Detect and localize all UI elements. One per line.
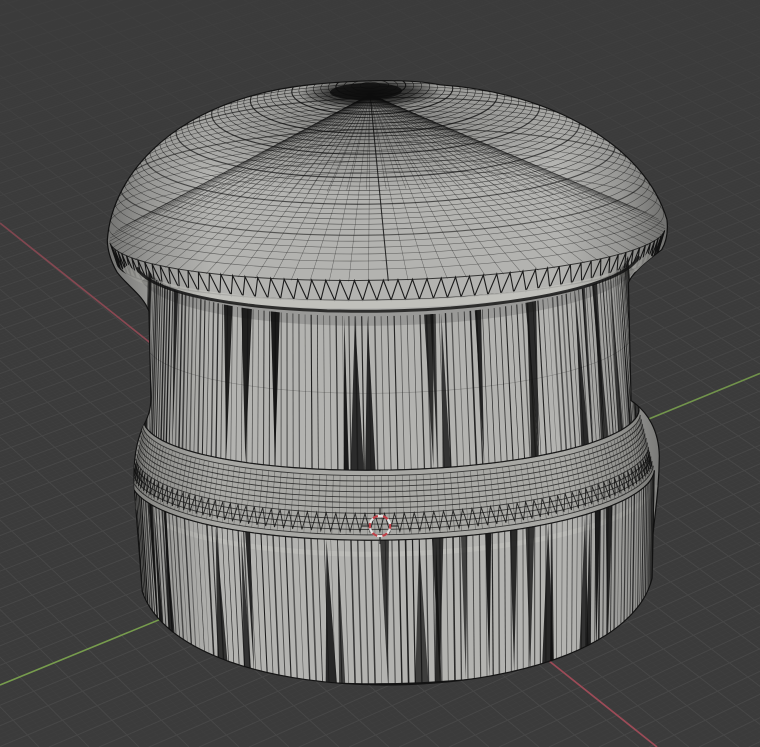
viewport-canvas[interactable] xyxy=(0,0,760,747)
wireframe-mesh-object[interactable] xyxy=(91,44,686,711)
side-shading xyxy=(103,74,678,692)
3d-viewport[interactable] xyxy=(0,0,760,747)
